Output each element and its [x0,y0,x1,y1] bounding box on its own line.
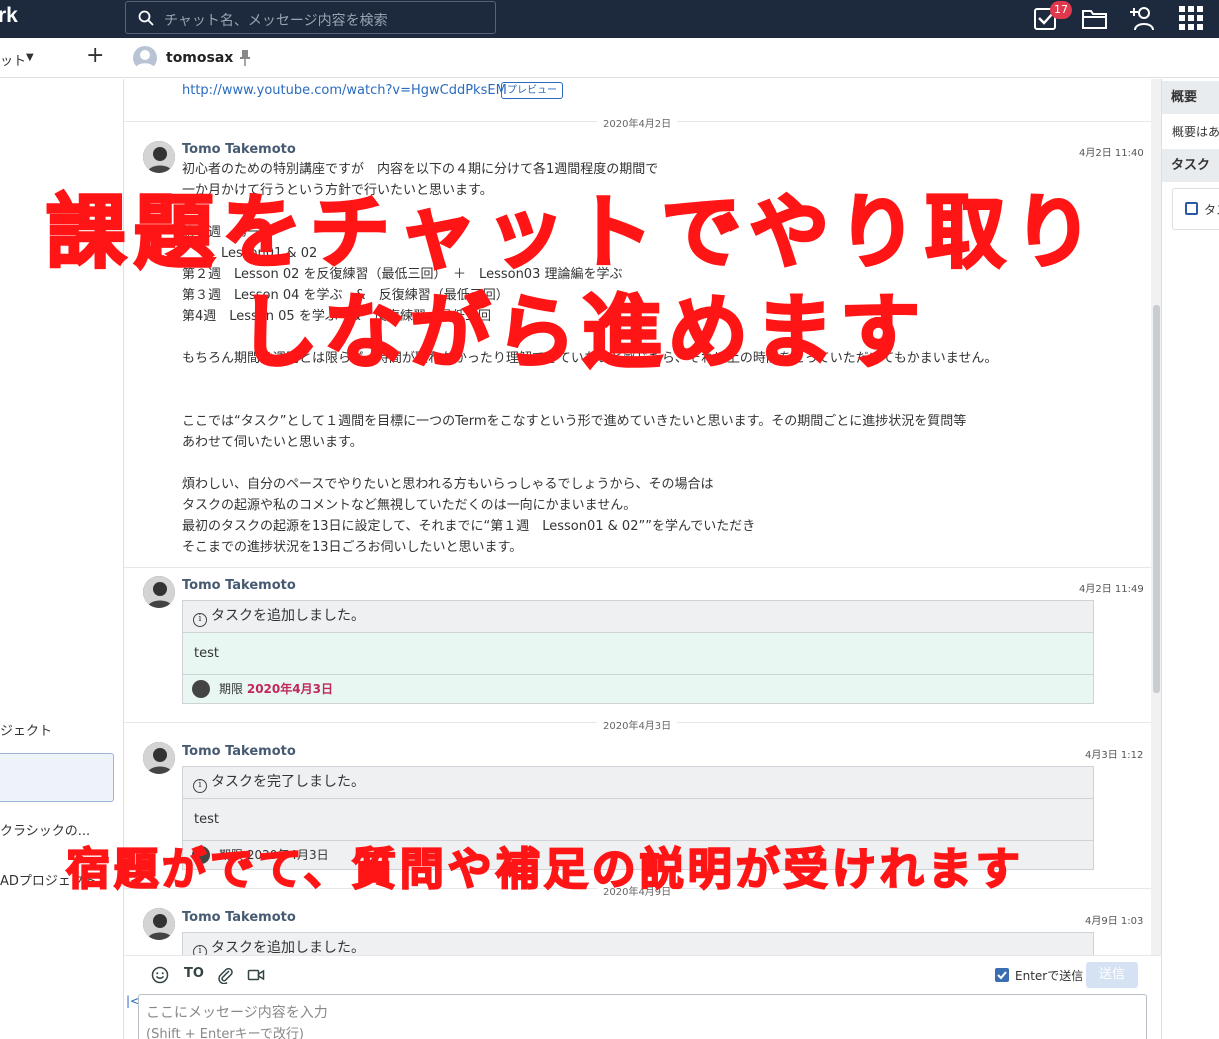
search-box[interactable]: チャット名、メッセージ内容を検索 [125,1,496,34]
pin-icon[interactable] [238,49,252,67]
overlay-caption-line2: しながら進めます [237,285,926,381]
task-list-item-label: タス [1204,203,1219,217]
task-card-title: タスクを追加しました。 [211,940,365,955]
user-photo-icon [143,576,175,608]
overlay-caption-line1: 課題をチャットでやり取り [44,185,1102,281]
user-photo-icon [143,742,175,774]
search-icon [138,10,154,26]
message-composer: TO Enterで送信 送信 |< ここにメッセージ内容を入力 (Shift +… [124,955,1161,1039]
date-separator: 2020年4月3日 [597,717,678,732]
emoji-icon[interactable] [151,966,169,984]
room-title[interactable]: tomosax [166,50,233,66]
attachment-icon[interactable] [216,966,234,984]
message-input-hint: (Shift + Enterキーで改行) [146,1027,304,1039]
task-count-badge: 17 [1050,1,1072,19]
search-placeholder[interactable]: チャット名、メッセージ内容を検索 [164,10,388,30]
task-card-body: test [183,633,1093,675]
task-list-item[interactable]: タス [1172,188,1219,230]
enter-to-send-checkbox[interactable] [995,968,1009,982]
chevron-down-icon[interactable]: ▼ [26,52,34,63]
message-timestamp: 4月9日 1:03 [1085,916,1144,927]
top-bar: rk チャット名、メッセージ内容を検索 17 [0,0,1219,38]
message-line: 煩わしい、自分のペースでやりたいと思われる方もいらっしゃるでしょうから、その場合… [182,477,714,492]
app-logo[interactable]: rk [0,4,18,28]
user-photo-icon [143,908,175,940]
message-line [182,453,997,474]
message-line: あわせて伺いたいと思います。 [182,435,363,450]
sender-name[interactable]: Tomo Takemoto [182,578,296,593]
message-line: 初心者のための特別講座ですが 内容を以下の４期に分けて各1週間程度の期間で [182,162,659,177]
room-list-item-selected[interactable] [0,753,114,802]
room-list-item[interactable]: ジェクト [0,720,116,739]
message-line: 最初のタスクの起源を13日に設定して、それまでに“第１週 Lesson01 & … [182,519,756,534]
message-timestamp: 4月3日 1:12 [1085,750,1144,761]
overlay-caption-line3: 宿題がでて、質問や補足の説明が受けれます [65,843,1024,896]
message-line: タスクの起源や私のコメントなど無視していただくのは一向にかまいません。 [182,498,637,513]
task-card[interactable]: i タスクを追加しました。 test 期限 2020年4月3日 [182,600,1094,704]
preview-button[interactable]: プレビュー [501,82,563,99]
task-card-footer: 期限 2020年4月3日 [183,675,1093,703]
timeline-scrollbar-thumb[interactable] [1153,305,1160,693]
info-icon: i [193,613,207,627]
message-input-placeholder: ここにメッセージ内容を入力 [146,1005,328,1021]
info-icon: i [193,779,207,793]
overview-heading[interactable]: 概要 [1162,81,1219,114]
send-button[interactable]: 送信 [1086,962,1138,988]
task-card-title: タスクを完了しました。 [211,774,365,790]
user-avatar-icon [135,50,155,70]
task-checkbox-icon[interactable] [1185,202,1198,215]
message-line [182,390,997,411]
avatar[interactable] [143,742,175,774]
avatar[interactable] [143,576,175,608]
chat-filter-dropdown[interactable]: ット [0,50,26,69]
due-date: 2020年4月3日 [246,682,333,696]
apps-grid-icon[interactable] [1176,3,1206,33]
sender-name[interactable]: Tomo Takemoto [182,744,296,759]
message-timestamp: 4月2日 11:49 [1079,584,1144,595]
task-card[interactable]: i タスクを追加しました。 [182,932,1094,955]
folder-icon[interactable] [1080,3,1110,33]
assignee-avatar[interactable] [192,680,210,698]
user-photo-icon [143,141,175,173]
to-button[interactable]: TO [184,966,204,981]
room-header-bar: ット ▼ + tomosax [0,38,1219,78]
message-line: ここでは“タスク”として１週間を目標に一つのTermをこなすという形で進めていき… [182,414,967,429]
task-card-header: i タスクを追加しました。 [183,933,1093,955]
sender-name[interactable]: Tomo Takemoto [182,910,296,925]
enter-to-send-label[interactable]: Enterで送信 [1015,967,1083,984]
room-avatar[interactable] [133,46,157,70]
task-card-title: タスクを追加しました。 [211,608,365,624]
overview-text: 概要はあ [1172,125,1219,139]
add-contact-icon[interactable] [1127,3,1157,33]
task-card-body: test [183,799,1093,841]
sender-name[interactable]: Tomo Takemoto [182,142,296,157]
check-icon [997,971,1007,980]
due-label: 期限 [219,682,244,696]
message-divider [124,567,1151,568]
task-heading[interactable]: タスク [1162,149,1219,182]
room-info-panel: 概要 概要はあ タスク タス [1161,79,1219,1039]
message-line: そこまでの進捗状況を13日ごろお伺いしたいと思います。 [182,540,523,555]
avatar[interactable] [143,908,175,940]
add-chat-button[interactable]: + [86,44,104,68]
info-icon: i [193,945,207,955]
avatar[interactable] [143,141,175,173]
task-card-header: i タスクを追加しました。 [183,601,1093,633]
video-call-icon[interactable] [247,966,265,984]
message-timestamp: 4月2日 11:40 [1079,148,1144,159]
date-separator: 2020年4月2日 [597,115,678,130]
room-list-item[interactable]: クラシックの... [0,820,116,839]
youtube-link[interactable]: http://www.youtube.com/watch?v=HgwCddPks… [182,83,507,98]
task-card-header: i タスクを完了しました。 [183,767,1093,799]
